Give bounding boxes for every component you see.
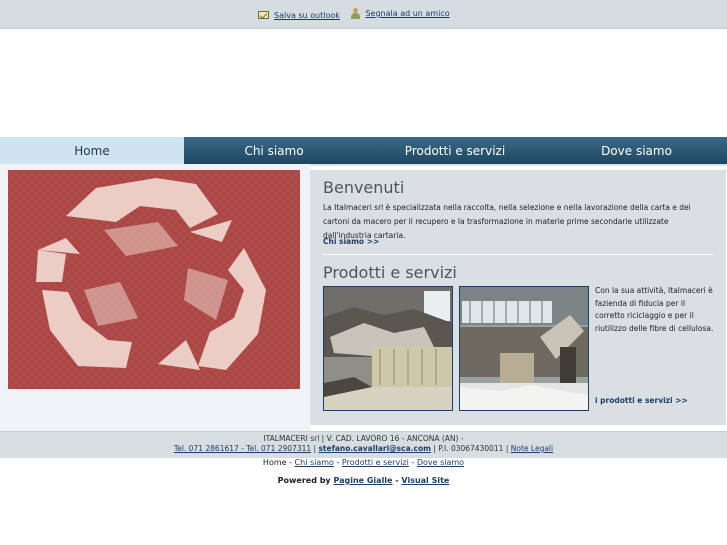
outlook-icon	[258, 11, 269, 19]
tab-dove-siamo[interactable]: Dove siamo	[546, 137, 727, 164]
prodotti-more-link[interactable]: i prodotti e servizi >>	[595, 396, 688, 405]
visual-site-link[interactable]: Visual Site	[401, 476, 449, 485]
footer-piva: P.I. 03067430011	[438, 444, 504, 453]
powered-label: Powered by	[277, 476, 331, 485]
welcome-title: Benvenuti	[323, 178, 405, 197]
main-nav: Home Chi siamo Prodotti e servizi Dove s…	[0, 137, 727, 166]
hero-image	[8, 170, 300, 389]
footer-sep-1: |	[313, 444, 317, 453]
bottom-home[interactable]: Home	[263, 458, 287, 467]
tab-chi-siamo[interactable]: Chi siamo	[184, 137, 364, 164]
bottom-dash-2: -	[336, 458, 340, 467]
bottom-dash-1: -	[289, 458, 292, 467]
welcome-text: La Italmaceri srl è specializzata nella …	[323, 203, 691, 240]
tab-prodotti[interactable]: Prodotti e servizi	[364, 137, 546, 164]
recycle-icon	[8, 170, 300, 389]
top-links: Salva su outlook Segnala ad un amico	[258, 8, 458, 21]
section-divider	[323, 254, 713, 255]
tell-friend-link[interactable]: Segnala ad un amico	[350, 8, 450, 19]
products-title: Prodotti e servizi	[323, 263, 457, 282]
bottom-prodotti[interactable]: Prodotti e servizi	[342, 458, 409, 467]
footer-sep-2: |	[433, 444, 436, 453]
footer-legal-link[interactable]: Note Legali	[511, 444, 553, 453]
footer-address: ITALMACERI srl | V. CAD. LAVORO 16 - ANC…	[263, 434, 464, 443]
save-outlook-link[interactable]: Salva su outlook	[258, 11, 340, 20]
tell-friend-label[interactable]: Segnala ad un amico	[365, 9, 449, 18]
powered-by: Powered by Pagine Gialle - Visual Site	[0, 476, 727, 485]
bottom-nav: Home - Chi siamo - Prodotti e servizi - …	[0, 458, 727, 467]
bottom-dash-3: -	[411, 458, 415, 467]
photo-warehouse-1	[323, 286, 453, 411]
powered-dash: -	[395, 476, 399, 485]
photo-warehouse-2	[459, 286, 589, 411]
bottom-dove-siamo[interactable]: Dove siamo	[417, 458, 464, 467]
bottom-chi-siamo[interactable]: Chi siamo	[295, 458, 334, 467]
footer-sep-3: |	[505, 444, 509, 453]
tell-friend-icon	[350, 8, 361, 19]
save-outlook-label[interactable]: Salva su outlook	[274, 11, 340, 20]
tab-home[interactable]: Home	[0, 137, 184, 164]
footer-contact: Tel. 071 2861617 - Tel. 071 2907311 | st…	[0, 444, 727, 453]
products-text: Con la sua attività, Italmaceri è fazien…	[595, 286, 714, 333]
chi-siamo-more-link[interactable]: Chi siamo >>	[323, 237, 379, 246]
pagine-gialle-link[interactable]: Pagine Gialle	[333, 476, 392, 485]
footer-email-link[interactable]: stefano.cavallari@sca.com	[318, 444, 430, 453]
footer-tel-link[interactable]: Tel. 071 2861617 - Tel. 071 2907311	[174, 444, 311, 453]
